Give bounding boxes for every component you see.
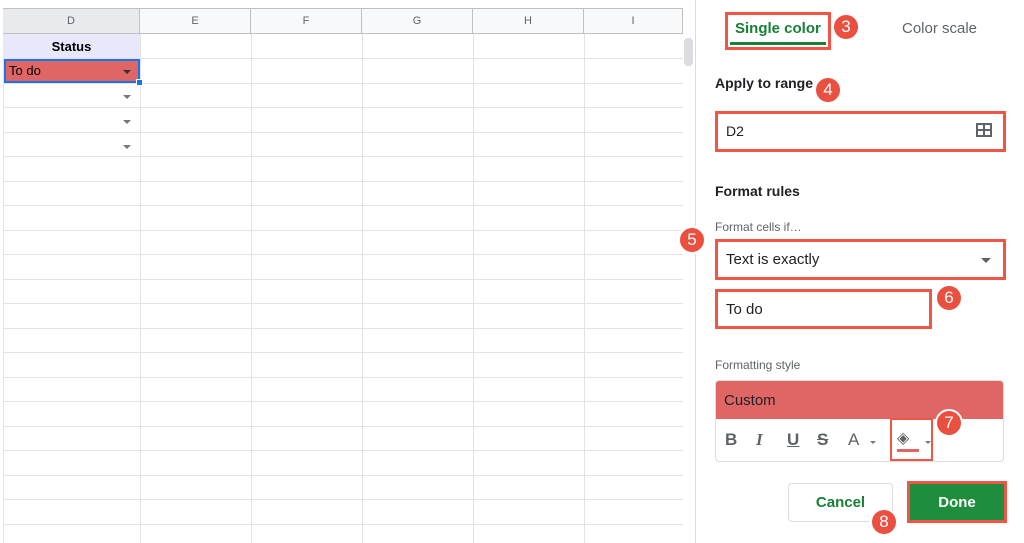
column-header-h[interactable]: H <box>473 8 584 34</box>
grid-line <box>362 34 363 543</box>
fill-handle[interactable] <box>136 79 143 86</box>
column-label: F <box>302 15 310 27</box>
select-range-grid-icon[interactable] <box>976 123 992 137</box>
grid-line <box>140 34 141 543</box>
annotation-badge: 7 <box>935 409 963 437</box>
column-label: H <box>524 15 532 27</box>
grid-line <box>3 352 683 353</box>
bold-button[interactable]: B <box>725 430 737 450</box>
grid-line <box>3 156 683 157</box>
column-header-i[interactable]: I <box>584 8 683 34</box>
annotation-badge: 6 <box>935 284 963 312</box>
italic-button[interactable]: I <box>756 430 763 450</box>
dropdown-arrow-icon[interactable] <box>123 145 131 149</box>
cell-value: To do <box>9 63 41 78</box>
text-color-button[interactable]: A <box>848 430 859 450</box>
annotation-badge: 4 <box>814 76 842 104</box>
range-value: D2 <box>726 123 744 139</box>
condition-value: Text is exactly <box>726 251 820 268</box>
grid-line <box>3 401 683 402</box>
dropdown-arrow-icon[interactable] <box>123 120 131 124</box>
vertical-scrollbar[interactable] <box>684 38 693 66</box>
grid-line <box>3 524 683 525</box>
dropdown-arrow-icon[interactable] <box>123 70 131 74</box>
format-cells-if-label: Format cells if… <box>715 220 802 234</box>
column-label: E <box>191 15 199 27</box>
format-rules-label: Format rules <box>715 183 800 199</box>
status-header-cell[interactable]: Status <box>3 34 140 58</box>
grid-line <box>3 475 683 476</box>
chevron-down-icon <box>981 258 991 263</box>
annotation-badge: 5 <box>678 226 706 254</box>
annotation-badge: 8 <box>870 508 898 536</box>
grid-line <box>3 230 683 231</box>
column-header-f[interactable]: F <box>251 8 362 34</box>
dropdown-arrow-icon[interactable] <box>123 95 131 99</box>
tab-color-scale[interactable]: Color scale <box>902 20 977 37</box>
column-header-g[interactable]: G <box>362 8 473 34</box>
grid-line <box>3 83 683 84</box>
condition-select[interactable]: Text is exactly <box>715 239 1006 280</box>
underline-button[interactable]: U <box>787 430 799 450</box>
condition-value-input[interactable]: To do <box>715 289 932 329</box>
grid-line <box>3 181 683 182</box>
selected-cell-d2[interactable]: To do <box>4 59 140 83</box>
column-label: I <box>631 15 635 27</box>
grid-line <box>3 107 683 108</box>
grid-line <box>3 426 683 427</box>
grid-line <box>3 34 4 543</box>
grid-line <box>3 303 683 304</box>
grid-line <box>3 205 683 206</box>
column-header-d[interactable]: D <box>3 8 140 34</box>
grid-line <box>3 499 683 500</box>
grid-line <box>473 34 474 543</box>
grid-line <box>584 34 585 543</box>
caret-icon <box>870 441 876 444</box>
range-input[interactable]: D2 <box>715 111 1006 152</box>
formatting-style-label: Formatting style <box>715 358 801 372</box>
grid-line <box>251 34 252 543</box>
grid-line <box>3 450 683 451</box>
column-label: D <box>67 15 75 27</box>
grid-line <box>3 279 683 280</box>
strikethrough-button[interactable]: S <box>817 430 828 450</box>
grid-line <box>3 254 683 255</box>
condition-text: To do <box>726 301 763 318</box>
grid-line <box>3 132 683 133</box>
grid-line <box>3 328 683 329</box>
apply-to-range-label: Apply to range <box>715 75 814 91</box>
annotation-badge: 3 <box>832 13 860 41</box>
column-label: G <box>412 15 422 27</box>
done-button[interactable]: Done <box>907 481 1007 523</box>
annotation-box <box>725 12 831 50</box>
grid-line <box>3 377 683 378</box>
column-header-e[interactable]: E <box>140 8 251 34</box>
annotation-box <box>890 418 933 461</box>
